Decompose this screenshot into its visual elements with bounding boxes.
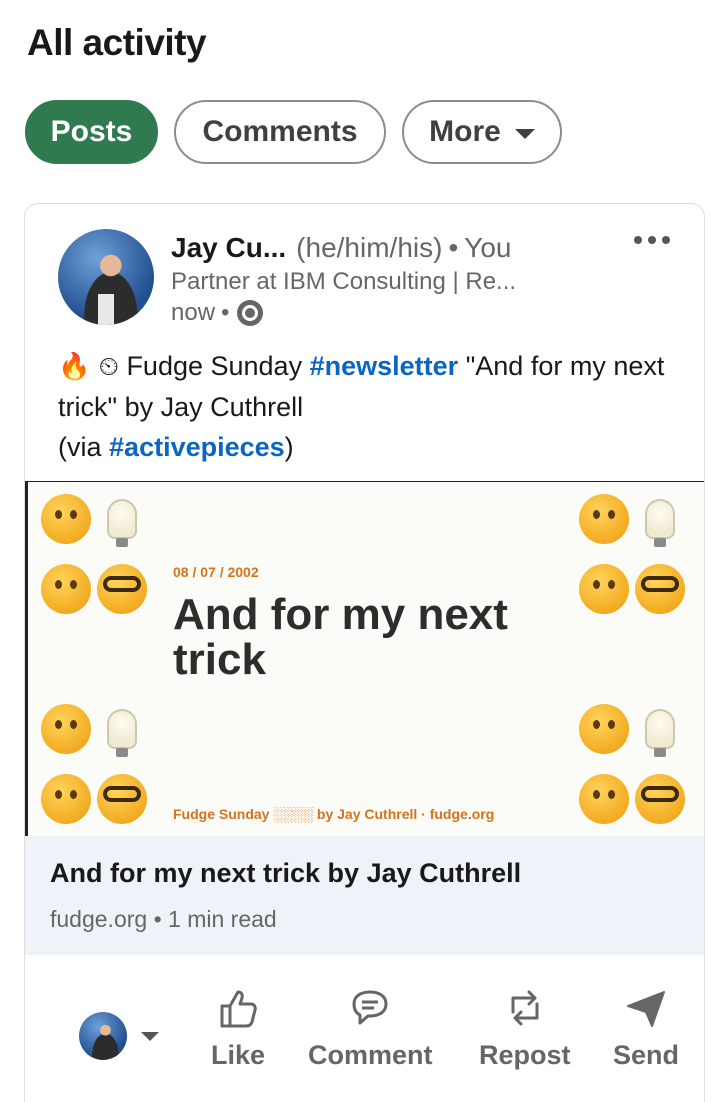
post-lead-text: Fudge Sunday	[126, 351, 303, 381]
author-headline: Partner at IBM Consulting | Re...	[171, 268, 517, 295]
send-icon	[627, 991, 665, 1027]
thumbs-up-icon	[220, 990, 257, 1028]
send-button[interactable]: Send	[613, 986, 679, 1071]
light-bulb-icon	[645, 499, 675, 547]
mind-blown-icon	[41, 564, 91, 614]
post-text: 🔥 ⏲ Fudge Sunday #newsletter "And for my…	[58, 346, 678, 467]
like-label: Like	[211, 1040, 266, 1070]
author-avatar[interactable]	[58, 229, 154, 325]
mind-blown-icon	[41, 774, 91, 824]
comment-label: Comment	[308, 1040, 433, 1070]
preview-title: And for my next trick	[173, 590, 508, 684]
hashtag-newsletter-link[interactable]: #newsletter	[310, 351, 459, 381]
chevron-down-icon	[514, 128, 535, 139]
post-via-close: )	[284, 432, 294, 462]
post-emoji: 🔥 ⏲	[58, 352, 119, 382]
hashtag-activepieces-link[interactable]: #activepieces	[109, 432, 285, 462]
link-info[interactable]: And for my next trick by Jay Cuthrell fu…	[25, 836, 704, 955]
actor-switcher[interactable]	[79, 1012, 159, 1060]
post-via-text: (via	[58, 432, 102, 462]
filter-posts-button[interactable]: Posts	[25, 100, 158, 164]
post-time: now	[171, 299, 216, 326]
thinking-face-icon	[579, 704, 629, 754]
emoji-decoration-bottom-right	[576, 694, 688, 834]
like-button[interactable]: Like	[211, 986, 265, 1071]
link-title: And for my next trick by Jay Cuthrell	[50, 858, 522, 888]
separator-dot: •	[221, 299, 230, 326]
filter-comments-button[interactable]: Comments	[174, 100, 386, 164]
author-name[interactable]: Jay Cu...	[171, 232, 286, 263]
separator-dot: •	[153, 906, 169, 932]
globe-icon	[237, 300, 264, 326]
thinking-face-icon	[41, 704, 91, 754]
filter-comments-label: Comments	[202, 115, 358, 148]
send-label: Send	[613, 1040, 680, 1070]
thinking-face-icon	[579, 494, 629, 544]
filter-bar: Posts Comments More	[25, 100, 562, 164]
actor-avatar	[79, 1012, 127, 1060]
repost-label: Repost	[479, 1040, 571, 1070]
nerd-face-icon	[635, 774, 685, 824]
nerd-face-icon	[97, 774, 147, 824]
nerd-face-icon	[635, 564, 685, 614]
comment-icon	[352, 990, 388, 1025]
filter-more-label: More	[429, 115, 501, 148]
filter-posts-label: Posts	[50, 115, 133, 148]
filter-more-dropdown[interactable]: More	[402, 100, 562, 164]
mind-blown-icon	[579, 774, 629, 824]
nerd-face-icon	[97, 564, 147, 614]
comment-button[interactable]: Comment	[308, 986, 433, 1071]
thinking-face-icon	[41, 494, 91, 544]
author-line: Jay Cu... (he/him/his) • You	[171, 232, 512, 264]
preview-date: 08 / 07 / 2002	[173, 564, 259, 580]
author-pronouns: (he/him/his)	[296, 232, 443, 263]
page-title: All activity	[27, 22, 207, 63]
post-card: Jay Cu... (he/him/his) • You Partner at IBM…	[24, 203, 705, 1102]
repost-button[interactable]: Repost	[479, 986, 571, 1071]
post-timestamp: now •	[171, 299, 264, 327]
post-actions-bar: Like Comment Repost Send	[25, 976, 704, 1086]
link-meta: fudge.org • 1 min read	[50, 906, 277, 933]
link-domain: fudge.org	[50, 906, 148, 932]
light-bulb-icon	[107, 499, 137, 547]
emoji-decoration-bottom-left	[38, 694, 150, 834]
link-read-time: 1 min read	[168, 906, 277, 932]
preview-footer: Fudge Sunday ░░░░ by Jay Cuthrell · fudg…	[173, 806, 495, 822]
separator-dot: •	[448, 232, 459, 263]
chevron-down-icon	[141, 1031, 159, 1041]
light-bulb-icon	[107, 709, 137, 757]
author-relation: You	[464, 232, 512, 263]
repost-icon	[511, 990, 539, 1026]
light-bulb-icon	[645, 709, 675, 757]
link-preview-image[interactable]: 08 / 07 / 2002 And for my next trick Fud…	[25, 481, 704, 836]
emoji-decoration-top-left	[38, 484, 150, 624]
more-options-icon[interactable]	[634, 236, 670, 244]
